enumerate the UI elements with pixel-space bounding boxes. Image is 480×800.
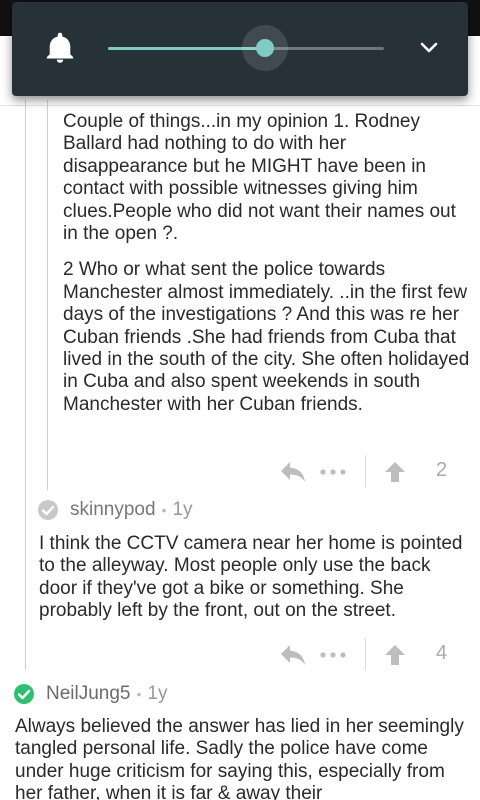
comment-paragraph: 2 Who or what sent the police towards Ma…	[63, 259, 470, 415]
comment-age: 1y	[172, 499, 193, 520]
bell-icon[interactable]	[46, 32, 74, 64]
comment-actions: 2	[280, 455, 480, 489]
volume-panel	[12, 2, 468, 96]
comment-body: I think the CCTV camera near her home is…	[39, 533, 471, 637]
comment-author[interactable]: skinnypod	[70, 499, 156, 521]
action-divider	[365, 638, 366, 670]
comment-author[interactable]: NeilJung5	[46, 683, 131, 705]
action-divider	[365, 455, 366, 487]
comment-body: Always believed the answer has lied in h…	[15, 716, 471, 800]
comment-header: NeilJung5 • 1y	[14, 683, 167, 705]
more-options-icon[interactable]	[320, 469, 346, 475]
volume-slider-thumb[interactable]	[256, 39, 275, 57]
comment-header: skinnypod • 1y	[38, 499, 193, 521]
meta-separator: •	[136, 686, 142, 702]
reply-icon[interactable]	[280, 644, 306, 666]
upvote-count: 2	[436, 459, 448, 481]
comment-paragraph: Always believed the answer has lied in h…	[15, 716, 464, 800]
thread-line-inner	[47, 100, 48, 490]
reply-icon[interactable]	[280, 461, 306, 483]
upvote-count: 4	[436, 642, 448, 664]
volume-slider[interactable]	[108, 25, 384, 71]
comment-paragraph: I think the CCTV camera near her home is…	[39, 533, 463, 622]
upvote-icon[interactable]	[384, 644, 406, 666]
upvote-icon[interactable]	[384, 461, 406, 483]
comment-body: Couple of things...in my opinion 1. Rodn…	[63, 111, 471, 430]
meta-separator: •	[161, 502, 167, 518]
comment-paragraph: Couple of things...in my opinion 1. Rodn…	[63, 111, 456, 245]
chevron-down-icon[interactable]	[418, 40, 440, 56]
comment-actions: 4	[280, 638, 480, 672]
verified-check-icon	[38, 500, 58, 520]
more-options-icon[interactable]	[320, 652, 346, 658]
comment-age: 1y	[147, 683, 168, 704]
thread-line-outer	[25, 100, 26, 670]
verified-check-icon	[14, 684, 34, 704]
